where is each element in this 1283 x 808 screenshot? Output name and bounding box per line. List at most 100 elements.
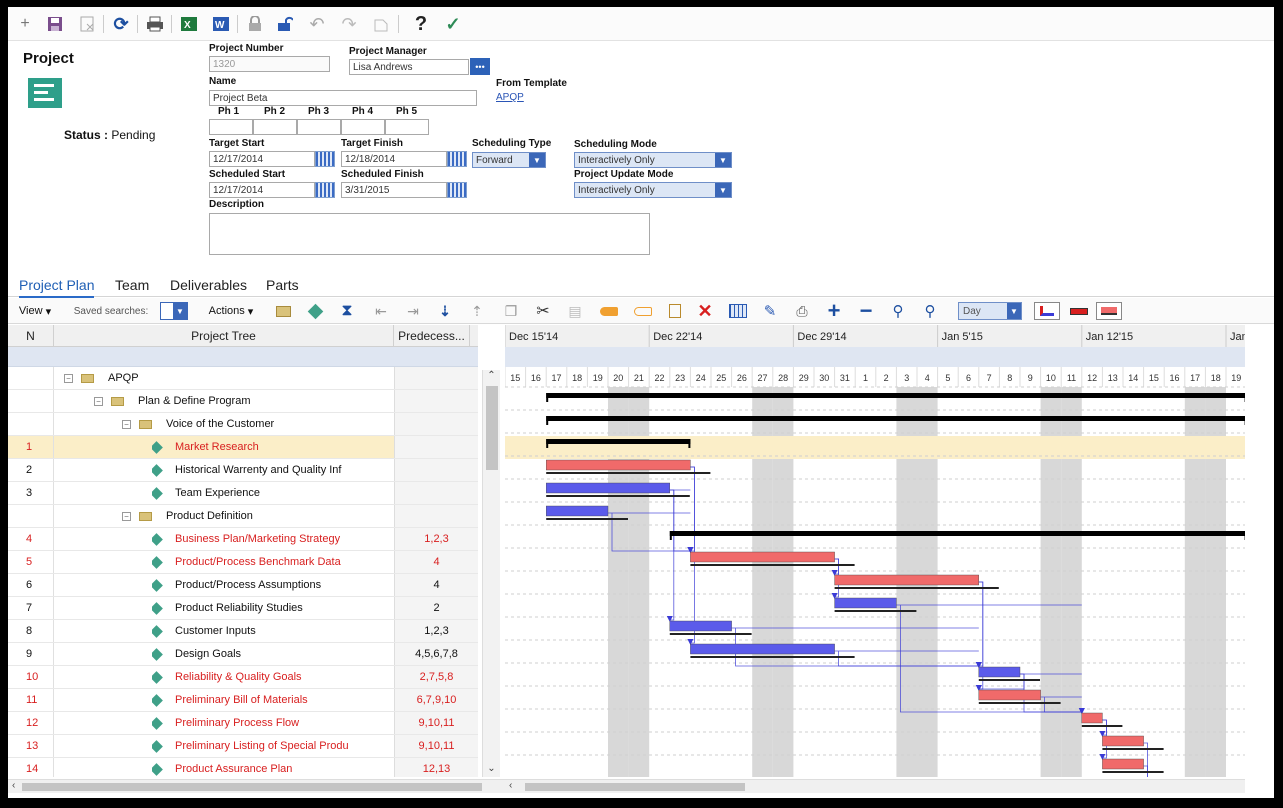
column-header-status[interactable]: St (470, 325, 478, 347)
tree-node[interactable]: Product Assurance Plan (152, 758, 394, 777)
gantt-horizontal-scrollbar[interactable]: ‹ (505, 779, 1245, 793)
gantt-critical-path-button[interactable] (1034, 302, 1060, 320)
tree-node[interactable]: Product/Process Benchmark Data (152, 551, 394, 573)
predecessors-cell[interactable] (394, 436, 478, 458)
grid-vertical-scrollbar[interactable]: ⌃ ⌄ (482, 370, 500, 777)
hourglass-icon[interactable]: ⧗ (338, 302, 356, 320)
scheduling-mode-select[interactable]: Interactively Only ▼ (574, 152, 732, 168)
from-template-link[interactable]: APQP (496, 92, 524, 103)
collapse-icon[interactable]: − (122, 511, 131, 521)
table-row[interactable]: − APQP (8, 367, 478, 390)
tree-node[interactable]: − Voice of the Customer (122, 413, 394, 435)
move-up-icon[interactable]: ⇡ (468, 302, 486, 320)
delete-icon[interactable] (76, 14, 98, 34)
zoom-in-icon[interactable]: + (824, 298, 844, 323)
save-icon[interactable] (44, 14, 66, 34)
print-icon[interactable] (144, 14, 166, 34)
move-down-icon[interactable]: ⇣ (436, 302, 454, 320)
help-icon[interactable]: ? (410, 14, 432, 34)
view-menu[interactable]: View ▾ (16, 302, 54, 320)
table-row[interactable]: 6 Product/Process Assumptions 4 (8, 574, 478, 597)
phase-field-4[interactable] (341, 119, 385, 135)
scrollbar-thumb[interactable] (525, 783, 745, 791)
zoom-level-select[interactable]: Day ▼ (958, 302, 1022, 320)
predecessors-cell[interactable]: 6,7,9,10 (394, 689, 478, 711)
tree-node[interactable]: Business Plan/Marketing Strategy (152, 528, 394, 550)
tab-project-plan[interactable]: Project Plan (19, 277, 95, 298)
predecessors-cell[interactable]: 2,7,5,8 (394, 666, 478, 688)
table-row[interactable]: 12 Preliminary Process Flow 9,10,11 (8, 712, 478, 735)
tree-node[interactable]: Preliminary Listing of Special Produ (152, 735, 394, 757)
undo-icon[interactable]: ↶ (306, 14, 328, 34)
project-update-mode-select[interactable]: Interactively Only ▼ (574, 182, 732, 198)
collapse-icon[interactable]: − (94, 396, 103, 406)
scrollbar-thumb[interactable] (486, 386, 498, 470)
search-icon[interactable]: ⚲ (888, 302, 908, 320)
grid-horizontal-scrollbar[interactable]: ‹ (8, 779, 505, 793)
column-header-n[interactable]: N (8, 325, 54, 347)
tree-node[interactable]: Customer Inputs (152, 620, 394, 642)
predecessors-cell[interactable] (394, 413, 478, 435)
note-icon[interactable] (666, 302, 684, 320)
table-row[interactable]: 2 Historical Warrenty and Quality Inf (8, 459, 478, 482)
tree-node[interactable]: − APQP (64, 367, 394, 389)
copy-icon[interactable] (370, 14, 392, 34)
table-row[interactable]: 1 Market Research (8, 436, 478, 459)
unlock-icon[interactable] (274, 14, 296, 34)
target-finish-field[interactable]: 12/18/2014 (341, 151, 447, 167)
scheduled-finish-field[interactable]: 3/31/2015 (341, 182, 447, 198)
outdent-icon[interactable]: ⇤ (372, 302, 390, 320)
paste-icon[interactable]: ▤ (566, 302, 584, 320)
new-icon[interactable]: + (14, 14, 36, 34)
chevron-up-icon[interactable]: ⌃ (483, 370, 500, 384)
tab-team[interactable]: Team (115, 277, 149, 293)
predecessors-cell[interactable]: 4,5,6,7,8 (394, 643, 478, 665)
table-row[interactable]: 13 Preliminary Listing of Special Produ 9,… (8, 735, 478, 758)
predecessors-cell[interactable] (394, 367, 478, 389)
tree-node[interactable]: Historical Warrenty and Quality Inf (152, 459, 394, 481)
tag-icon[interactable] (598, 302, 620, 320)
column-header-predecessors[interactable]: Predecess... (394, 325, 470, 347)
tree-node[interactable]: Preliminary Process Flow (152, 712, 394, 734)
project-manager-field[interactable]: Lisa Andrews (349, 59, 469, 75)
calendar-icon[interactable] (447, 182, 467, 198)
delete-icon[interactable]: ✕ (696, 301, 714, 321)
collapse-icon[interactable]: − (122, 419, 131, 429)
filter-row[interactable] (8, 347, 478, 367)
table-row[interactable]: 8 Customer Inputs 1,2,3 (8, 620, 478, 643)
tree-node[interactable]: Preliminary Bill of Materials (152, 689, 394, 711)
column-header-project-tree[interactable]: Project Tree (54, 325, 394, 347)
lock-icon[interactable] (244, 14, 266, 34)
table-row[interactable]: 10 Reliability & Quality Goals 2,7,5,8 (8, 666, 478, 689)
predecessors-cell[interactable]: 9,10,11 (394, 735, 478, 757)
zoom-out-icon[interactable]: − (856, 298, 876, 323)
tree-node[interactable]: Team Experience (152, 482, 394, 504)
table-row[interactable]: − Voice of the Customer (8, 413, 478, 436)
gantt-bar-baseline-button[interactable] (1096, 302, 1122, 320)
tree-node[interactable]: Design Goals (152, 643, 394, 665)
clear-search-icon[interactable]: ⚲ (920, 302, 940, 320)
refresh-icon[interactable]: ⟳ (110, 14, 132, 34)
table-row[interactable]: 9 Design Goals 4,5,6,7,8 (8, 643, 478, 666)
phase-field-3[interactable] (297, 119, 341, 135)
table-row[interactable]: 14 Product Assurance Plan 12,13 (8, 758, 478, 777)
chevron-down-icon[interactable]: ⌄ (483, 763, 500, 777)
predecessors-cell[interactable] (394, 459, 478, 481)
tag-outline-icon[interactable] (632, 302, 654, 320)
redo-icon[interactable]: ↷ (338, 14, 360, 34)
tree-node[interactable]: Product/Process Assumptions (152, 574, 394, 596)
tree-node[interactable]: − Product Definition (122, 505, 394, 527)
tree-node[interactable]: − Plan & Define Program (94, 390, 394, 412)
copy-icon[interactable]: ❐ (502, 302, 520, 320)
tree-node[interactable]: Market Research (152, 436, 394, 458)
chevron-left-icon[interactable]: ‹ (509, 780, 512, 791)
word-icon[interactable]: W (210, 14, 232, 34)
table-row[interactable]: − Plan & Define Program (8, 390, 478, 413)
table-row[interactable]: − Product Definition (8, 505, 478, 528)
add-folder-icon[interactable] (274, 302, 292, 320)
predecessors-cell[interactable] (394, 505, 478, 527)
calendar-grid-icon[interactable] (728, 302, 748, 320)
scheduled-start-field[interactable]: 12/17/2014 (209, 182, 315, 198)
table-row[interactable]: 5 Product/Process Benchmark Data 4 (8, 551, 478, 574)
predecessors-cell[interactable]: 2 (394, 597, 478, 619)
